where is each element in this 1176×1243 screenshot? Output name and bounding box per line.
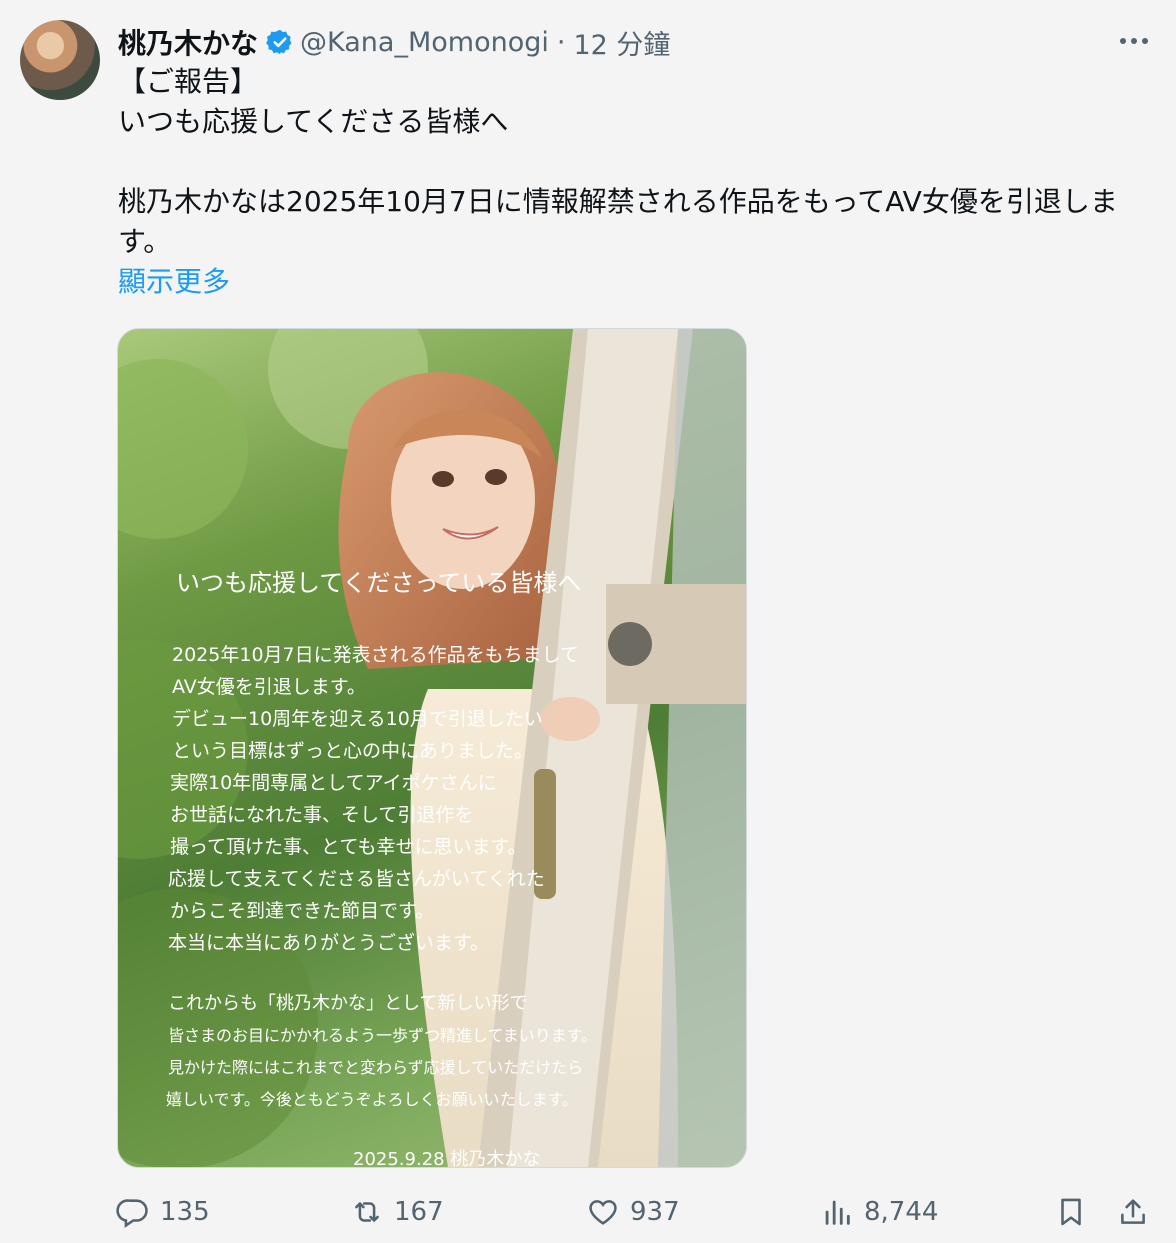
letter-line: 撮って頂けた事、とても幸せに思います。: [170, 836, 527, 858]
post-line: 桃乃木かなは2025年10月7日に情報解禁される作品をもってAV女優を引退します…: [118, 185, 1118, 258]
verified-badge-icon: [266, 29, 292, 55]
bookmark-icon: [1061, 1198, 1081, 1226]
letter-line: 皆さまのお目にかかれるよう一歩ずつ精進してまいります。: [168, 1026, 597, 1045]
repost-button[interactable]: 167: [350, 1186, 444, 1238]
post-line: 【ご報告】: [118, 65, 259, 98]
letter-line: 2025年10月7日に発表される作品をもちまして: [172, 644, 579, 666]
heart-icon: [589, 1200, 617, 1225]
share-button[interactable]: [1116, 1186, 1150, 1238]
tweet-header: 桃乃木かな @Kana_Momonogi · 12 分鐘: [118, 22, 670, 62]
post-image[interactable]: いつも応援してくださっている皆様へ 2025年10月7日に発表される作品をもちまし…: [117, 328, 747, 1168]
reply-button[interactable]: 135: [116, 1186, 210, 1238]
separator-dot: ·: [556, 26, 566, 58]
letter-line: 実際10年間専属としてアイポケさんに: [170, 772, 497, 794]
letter-line: 2025.9.28 桃乃木かな: [353, 1149, 540, 1167]
letter-line: という目標はずっと心の中にありました。: [172, 740, 533, 762]
more-options-icon[interactable]: [1114, 26, 1154, 56]
like-button[interactable]: 937: [586, 1186, 680, 1238]
share-icon: [1121, 1199, 1145, 1224]
bookmark-button[interactable]: [1054, 1186, 1088, 1238]
like-count: 937: [630, 1197, 680, 1227]
letter-line: 本当に本当にありがとうございます。: [168, 931, 489, 954]
views-count: 8,744: [864, 1197, 939, 1227]
handwritten-letter: いつも応援してくださっている皆様へ 2025年10月7日に発表される作品をもちまし…: [166, 569, 597, 1167]
post-line: いつも応援してくださる皆様へ: [118, 105, 509, 138]
letter-line: デビュー10周年を迎える10月で引退したい: [172, 708, 543, 730]
letter-line: からこそ到達できた節目です。: [170, 900, 434, 922]
avatar[interactable]: [20, 20, 100, 100]
tweet: 桃乃木かな @Kana_Momonogi · 12 分鐘 【ご報告】 いつも応援…: [0, 0, 1176, 1243]
views-chart-icon: [825, 1200, 850, 1225]
letter-line: 見かけた際にはこれまでと変わらず応援していただけたら: [168, 1058, 583, 1077]
letter-line: お世話になれた事、そして引退作を: [170, 804, 473, 826]
post-timestamp[interactable]: 12 分鐘: [573, 23, 670, 62]
action-bar: 135 167 937 8,744: [0, 1186, 1176, 1238]
letter-line: これからも「桃乃木かな」として新しい形で: [168, 993, 527, 1014]
views-button[interactable]: 8,744: [820, 1186, 938, 1238]
letter-line: いつも応援してくださっている皆様へ: [176, 569, 581, 597]
post-text: 【ご報告】 いつも応援してくださる皆様へ 桃乃木かなは2025年10月7日に情報…: [118, 62, 1158, 302]
author-name[interactable]: 桃乃木かな: [118, 22, 258, 62]
reply-count: 135: [160, 1197, 210, 1227]
repost-icon: [355, 1202, 379, 1222]
letter-line: 応援して支えてくださる皆さんがいてくれた: [168, 868, 545, 890]
letter-line: AV女優を引退します。: [172, 676, 366, 698]
show-more-link[interactable]: 顯示更多: [118, 262, 1158, 302]
repost-count: 167: [394, 1197, 444, 1227]
letter-line: 嬉しいです。今後ともどうぞよろしくお願いいたします。: [166, 1090, 578, 1109]
author-handle[interactable]: @Kana_Momonogi: [300, 27, 549, 58]
reply-icon: [116, 1199, 148, 1228]
